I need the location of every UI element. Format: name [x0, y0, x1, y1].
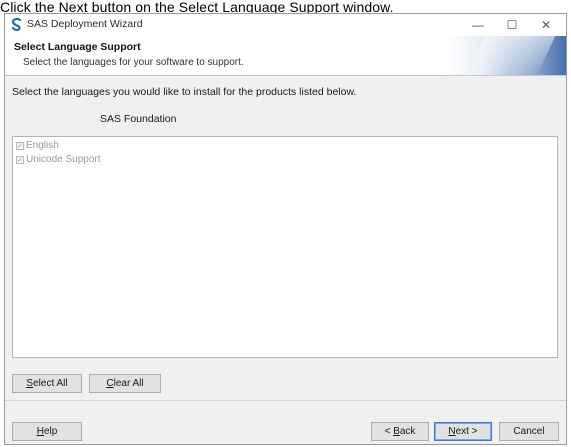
language-label: English [26, 140, 59, 151]
close-icon: ✕ [540, 18, 552, 32]
select-all-button[interactable]: Select All [12, 374, 82, 393]
close-button[interactable]: ✕ [529, 14, 563, 36]
maximize-icon: ☐ [506, 18, 518, 32]
tutorial-caption-bar: Click the Next button on the Select Lang… [0, 0, 571, 15]
checkbox-unicode-support: ✓ [16, 155, 24, 164]
header-banner-graphic [446, 36, 566, 75]
title-bar: SAS Deployment Wizard — ☐ ✕ [5, 14, 566, 36]
language-item-unicode-support: ✓ Unicode Support [16, 154, 101, 165]
maximize-button[interactable]: ☐ [495, 14, 529, 36]
checkbox-english: ✓ [16, 141, 24, 150]
minimize-icon: — [472, 18, 484, 32]
cancel-button[interactable]: Cancel [499, 422, 559, 441]
sas-deployment-wizard-window: SAS Deployment Wizard — ☐ ✕ Select Langu… [4, 13, 567, 445]
language-label: Unicode Support [26, 154, 101, 165]
product-label: SAS Foundation [100, 113, 177, 125]
next-button[interactable]: Next > [434, 422, 492, 441]
footer-separator [5, 400, 566, 401]
window-title: SAS Deployment Wizard [27, 18, 143, 30]
minimize-button[interactable]: — [461, 14, 495, 36]
page-subtitle: Select the languages for your software t… [23, 57, 244, 68]
sas-logo-icon [11, 18, 22, 32]
page-header: Select Language Support Select the langu… [5, 36, 566, 76]
check-icon: ✓ [17, 156, 23, 164]
page-title: Select Language Support [14, 41, 141, 53]
check-icon: ✓ [17, 142, 23, 150]
help-button[interactable]: Help [12, 422, 82, 441]
clear-all-button[interactable]: Clear All [89, 374, 161, 393]
instruction-text: Select the languages you would like to i… [12, 86, 357, 98]
language-item-english: ✓ English [16, 140, 59, 151]
language-list[interactable]: ✓ English ✓ Unicode Support [12, 136, 558, 358]
back-button[interactable]: < Back [371, 422, 429, 441]
